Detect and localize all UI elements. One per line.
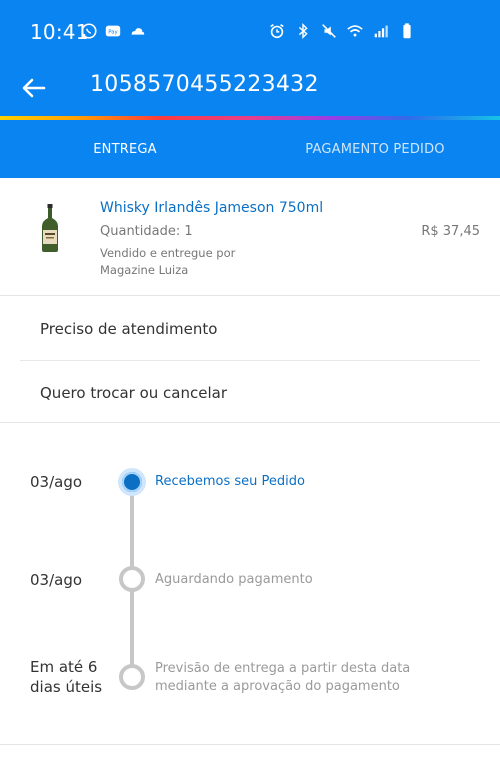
timeline-step-text: Previsão de entrega a partir desta data … (155, 661, 411, 694)
divider (0, 744, 500, 745)
tab-entrega[interactable]: ENTREGA (0, 120, 250, 178)
cloud-icon (131, 28, 145, 35)
status-bar: 10:41 Pay (0, 0, 500, 62)
timeline-date: 03/ago (30, 473, 83, 491)
order-number-title: 1058570455223432 (90, 72, 319, 97)
whisky-bottle-image (42, 204, 58, 252)
status-left-icons: Pay (80, 22, 146, 40)
help-support-link[interactable]: Preciso de atendimento (0, 298, 500, 360)
status-right-icons (268, 22, 416, 40)
svg-text:Pay: Pay (108, 29, 118, 35)
product-item[interactable]: Whisky Irlandês Jameson 750ml Quantidade… (0, 178, 500, 296)
timeline-step-text: Aguardando pagamento (155, 572, 313, 587)
timeline-step-text: Recebemos seu Pedido (155, 474, 305, 489)
product-seller: Vendido e entregue por Magazine Luiza (100, 246, 236, 277)
help-support-label: Preciso de atendimento (40, 320, 218, 338)
app-bar: 1058570455223432 (0, 62, 500, 116)
back-arrow-icon[interactable] (20, 74, 48, 102)
product-quantity: Quantidade: 1 (100, 224, 193, 239)
alarm-icon (270, 24, 284, 39)
tab-bar: ENTREGA PAGAMENTO PEDIDO (0, 120, 500, 178)
battery-icon (403, 23, 411, 39)
product-name[interactable]: Whisky Irlandês Jameson 750ml (100, 200, 323, 216)
timeline-date: Em até 6 dias úteis (30, 658, 103, 696)
bluetooth-icon (298, 22, 308, 40)
divider (20, 360, 480, 361)
timeline-connector (130, 589, 134, 673)
signal-icon (374, 25, 388, 38)
timeline-date: 03/ago (30, 571, 83, 589)
exchange-cancel-label: Quero trocar ou cancelar (40, 384, 227, 402)
timeline-step-done-icon (118, 468, 146, 496)
timeline-step-pending-icon (119, 664, 145, 690)
timeline-step-pending-icon (119, 566, 145, 592)
tab-entrega-label: ENTREGA (93, 141, 157, 157)
mute-icon (322, 24, 336, 38)
wifi-icon (347, 25, 363, 37)
tab-pagamento-label: PAGAMENTO PEDIDO (305, 141, 445, 157)
exchange-cancel-link[interactable]: Quero trocar ou cancelar (0, 362, 500, 424)
samsung-pay-icon: Pay (105, 25, 121, 37)
product-price: R$ 37,45 (421, 224, 480, 239)
tab-pagamento-pedido[interactable]: PAGAMENTO PEDIDO (250, 120, 500, 178)
delivery-timeline: 03/ago Recebemos seu Pedido 03/ago Aguar… (0, 423, 500, 743)
whatsapp-icon (81, 23, 97, 39)
